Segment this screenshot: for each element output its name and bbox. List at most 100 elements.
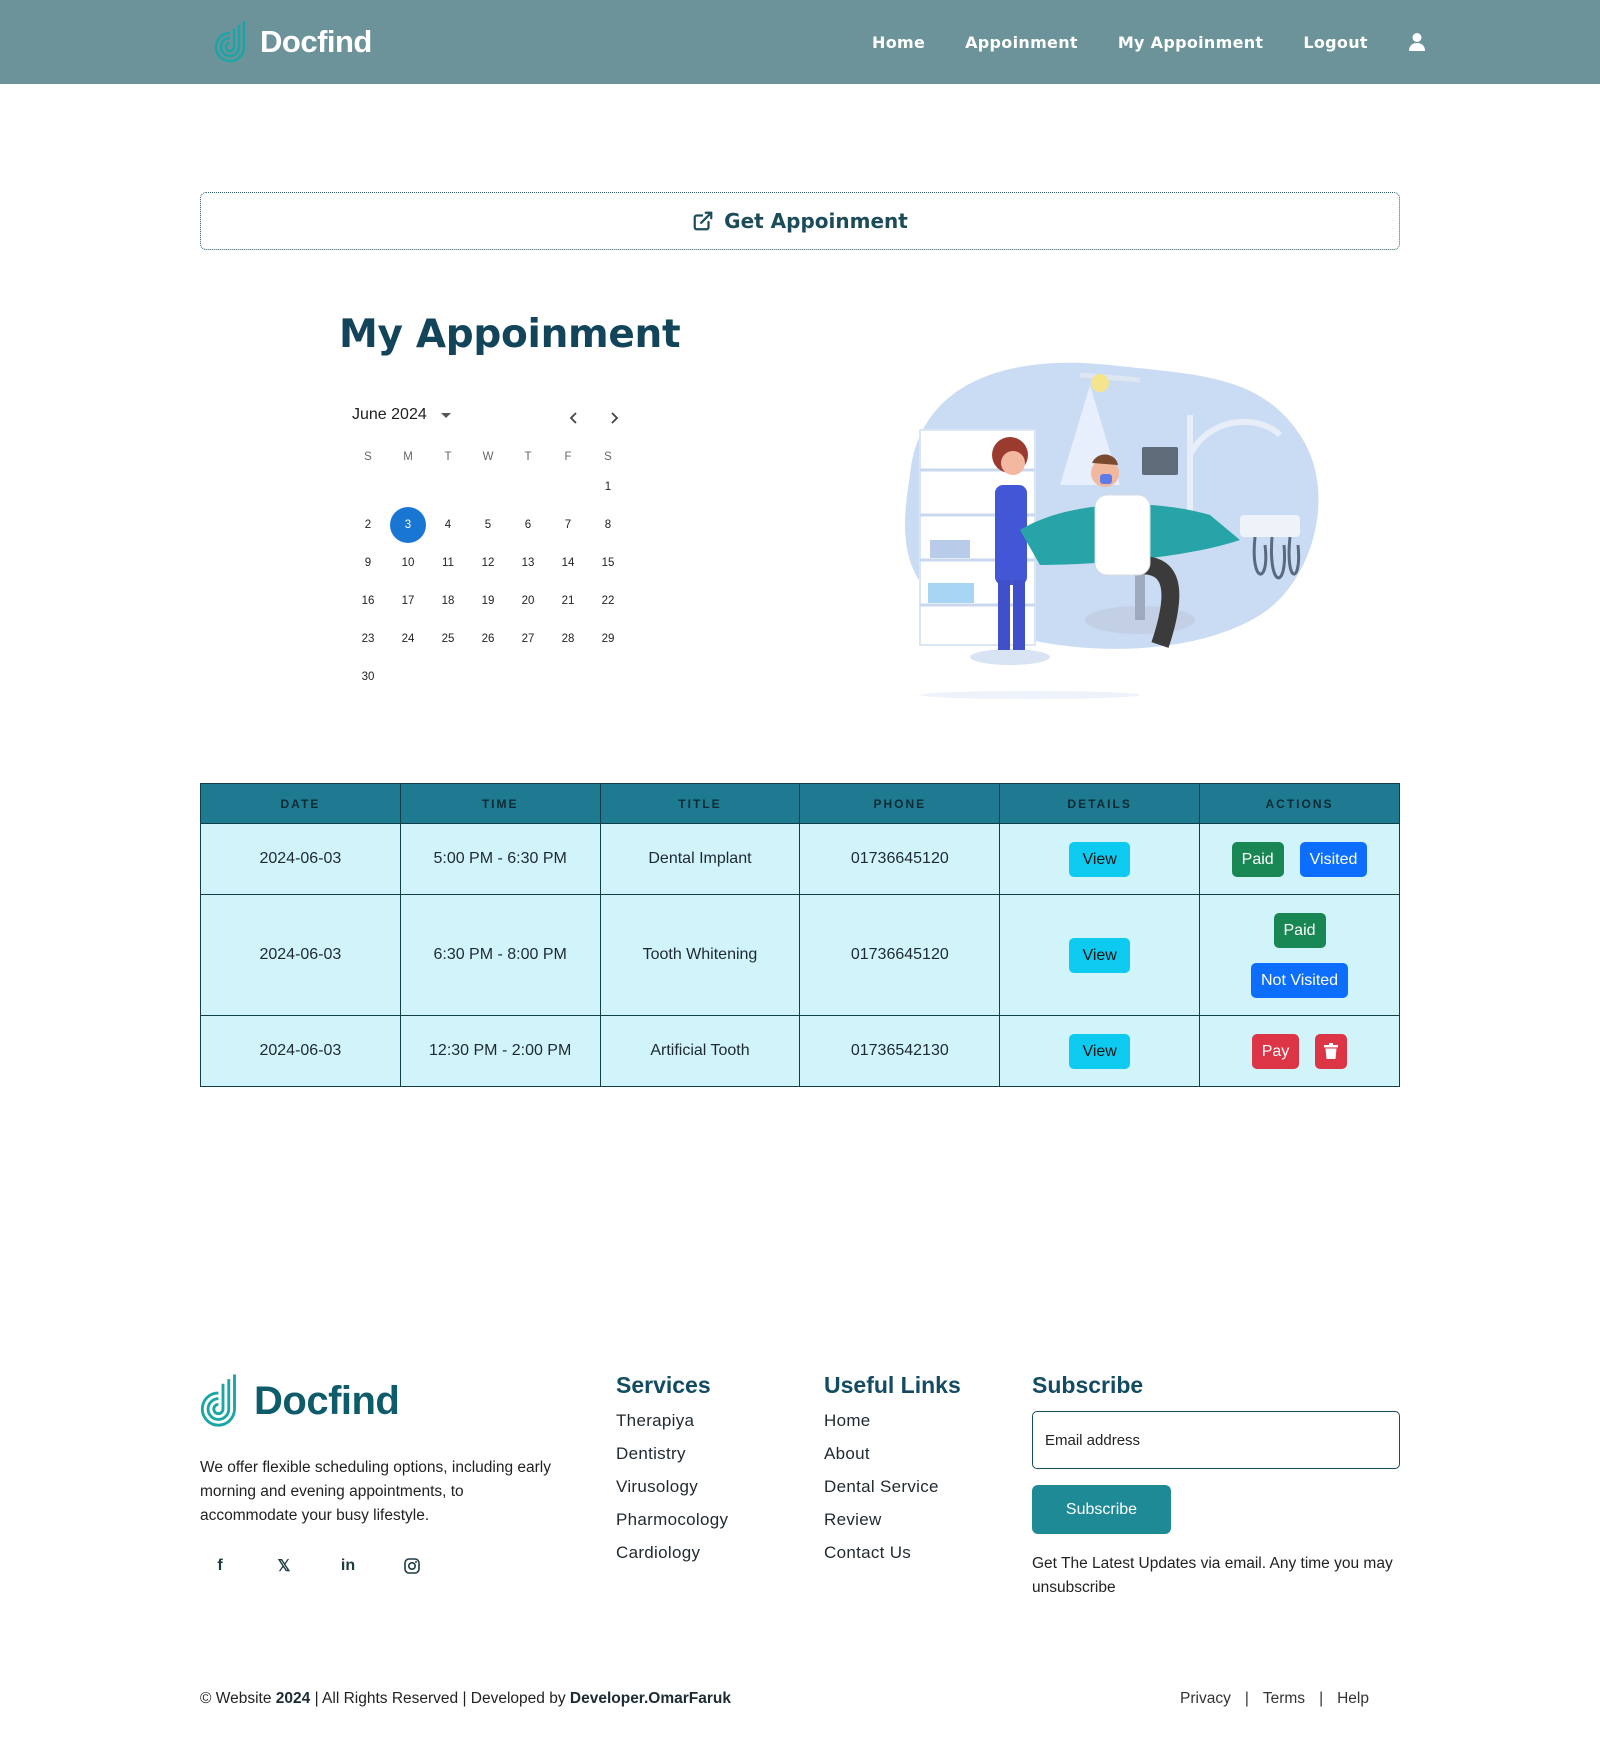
- brand-logo[interactable]: Docfind: [214, 18, 372, 66]
- calendar-week: 2 3 4 5 6 7 8: [348, 506, 628, 544]
- footer-brand[interactable]: Docfind: [200, 1372, 400, 1430]
- divider: |: [1319, 1690, 1324, 1707]
- col-header-phone: Phone: [799, 783, 1001, 824]
- calendar-day[interactable]: 6: [508, 508, 548, 542]
- calendar-empty-cell: [388, 470, 428, 504]
- calendar-day[interactable]: 24: [388, 622, 428, 656]
- calendar-day[interactable]: 17: [388, 584, 428, 618]
- email-input[interactable]: Email address: [1032, 1411, 1400, 1469]
- calendar-day-number: 16: [361, 595, 375, 607]
- cell-phone: 01736645120: [799, 823, 1001, 895]
- pay-button[interactable]: Pay: [1251, 1033, 1300, 1069]
- weekday-label: T: [524, 451, 532, 463]
- calendar-day-number: 15: [601, 557, 615, 569]
- view-button[interactable]: View: [1069, 937, 1130, 973]
- privacy-link[interactable]: Privacy: [1180, 1690, 1231, 1708]
- calendar-day[interactable]: 27: [508, 622, 548, 656]
- instagram-icon[interactable]: [402, 1556, 422, 1576]
- calendar-day[interactable]: 1: [588, 470, 628, 504]
- nav-logout[interactable]: Logout: [1303, 33, 1367, 52]
- divider: |: [1244, 1690, 1249, 1707]
- calendar-day[interactable]: 13: [508, 546, 548, 580]
- calendar-day[interactable]: 9: [348, 546, 388, 580]
- visited-button[interactable]: Visited: [1299, 841, 1368, 877]
- calendar-day[interactable]: 4: [428, 508, 468, 542]
- get-appointment-button[interactable]: Get Appoinment: [200, 192, 1400, 250]
- paid-badge[interactable]: Paid: [1273, 912, 1326, 948]
- service-link[interactable]: Dentistry: [616, 1444, 728, 1464]
- nav-appointment[interactable]: Appoinment: [965, 33, 1078, 52]
- service-link[interactable]: Pharmocology: [616, 1510, 728, 1530]
- delete-button[interactable]: [1315, 1033, 1348, 1069]
- calendar-day[interactable]: 15: [588, 546, 628, 580]
- calendar-day[interactable]: 22: [588, 584, 628, 618]
- subscribe-button[interactable]: Subscribe: [1032, 1485, 1171, 1534]
- calendar-grid: S M T W T F S 1 2 3 4 5 6 7 8 9 10 11 12 13 14 15 16 17 18 19 20 21…: [348, 448, 628, 696]
- view-button[interactable]: View: [1069, 1033, 1130, 1069]
- view-button[interactable]: View: [1069, 841, 1130, 877]
- calendar-day-number: 11: [442, 557, 454, 569]
- weekday-header-row: SMTWTFS: [348, 448, 628, 466]
- calendar-day-number: 22: [601, 595, 615, 607]
- calendar-day-number: 5: [484, 519, 492, 531]
- calendar-day[interactable]: 7: [548, 508, 588, 542]
- cell-title: Artificial Tooth: [599, 1015, 801, 1087]
- nav-my-appointment[interactable]: My Appoinment: [1118, 33, 1264, 52]
- calendar-day[interactable]: 28: [548, 622, 588, 656]
- dentist-illustration: [905, 362, 1319, 699]
- calendar-day[interactable]: 8: [588, 508, 628, 542]
- calendar-empty-cell: [428, 660, 468, 694]
- useful-link[interactable]: Contact Us: [824, 1543, 961, 1563]
- calendar-day[interactable]: 20: [508, 584, 548, 618]
- calendar-empty-cell: [548, 660, 588, 694]
- calendar-day[interactable]: 5: [468, 508, 508, 542]
- calendar-day[interactable]: 30: [348, 660, 388, 694]
- copyright-middle: | All Rights Reserved | Developed by: [314, 1690, 566, 1707]
- calendar-day[interactable]: 23: [348, 622, 388, 656]
- external-link-icon: [693, 211, 713, 231]
- legal-links: Privacy | Terms | Help: [1180, 1690, 1369, 1708]
- calendar-day-number: 26: [481, 633, 495, 645]
- developer-name[interactable]: Developer.OmarFaruk: [570, 1690, 731, 1707]
- calendar-day[interactable]: 25: [428, 622, 468, 656]
- calendar-day-number: 20: [521, 595, 535, 607]
- calendar-day-number: 1: [604, 481, 612, 493]
- useful-link[interactable]: Dental Service: [824, 1477, 961, 1497]
- user-icon[interactable]: [1408, 32, 1426, 52]
- calendar-day[interactable]: 10: [388, 546, 428, 580]
- calendar-day[interactable]: 2: [348, 508, 388, 542]
- service-link[interactable]: Therapiya: [616, 1411, 728, 1431]
- facebook-icon[interactable]: f: [210, 1556, 230, 1576]
- prev-month-button[interactable]: [562, 406, 586, 430]
- useful-link[interactable]: Review: [824, 1510, 961, 1530]
- calendar-day[interactable]: 26: [468, 622, 508, 656]
- calendar-day[interactable]: 12: [468, 546, 508, 580]
- footer-description: We offer flexible scheduling options, in…: [200, 1459, 551, 1524]
- useful-link[interactable]: Home: [824, 1411, 961, 1431]
- calendar-empty-cell: [548, 470, 588, 504]
- month-label: June 2024: [352, 406, 427, 423]
- next-month-button[interactable]: [602, 406, 626, 430]
- help-link[interactable]: Help: [1337, 1690, 1369, 1708]
- useful-link[interactable]: About: [824, 1444, 961, 1464]
- not-visited-button[interactable]: Not Visited: [1250, 962, 1349, 998]
- calendar-day[interactable]: 29: [588, 622, 628, 656]
- calendar-day[interactable]: 11: [428, 546, 468, 580]
- calendar-day[interactable]: 16: [348, 584, 388, 618]
- calendar-day[interactable]: 14: [548, 546, 588, 580]
- nav-home[interactable]: Home: [872, 33, 925, 52]
- service-link[interactable]: Virusology: [616, 1477, 728, 1497]
- month-selector[interactable]: June 2024: [352, 406, 451, 424]
- calendar-day-selected[interactable]: 3: [388, 507, 428, 543]
- calendar-day[interactable]: 19: [468, 584, 508, 618]
- calendar-day[interactable]: 21: [548, 584, 588, 618]
- service-link[interactable]: Cardiology: [616, 1543, 728, 1563]
- x-icon[interactable]: 𝕏: [274, 1556, 294, 1576]
- calendar-day-number: 8: [604, 519, 612, 531]
- calendar-day-number: 7: [564, 519, 572, 531]
- linkedin-icon[interactable]: in: [338, 1556, 358, 1576]
- calendar-day[interactable]: 18: [428, 584, 468, 618]
- calendar-day-number: 13: [521, 557, 535, 569]
- terms-link[interactable]: Terms: [1263, 1690, 1305, 1708]
- paid-badge[interactable]: Paid: [1231, 841, 1284, 877]
